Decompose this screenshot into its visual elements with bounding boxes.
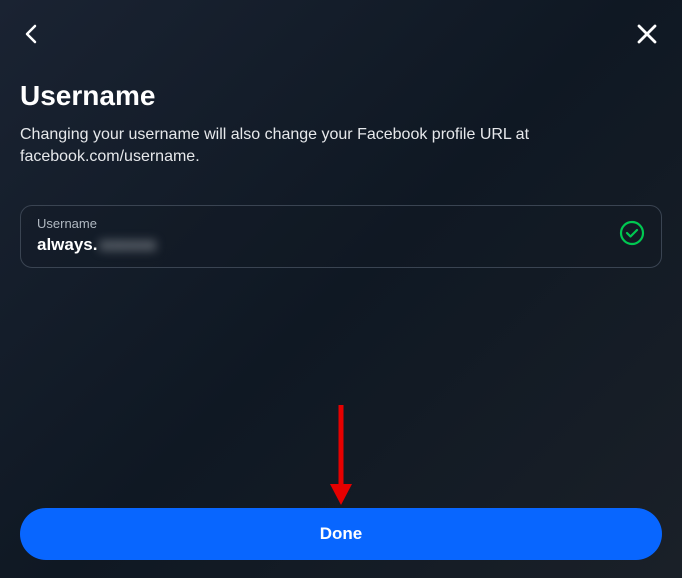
back-button[interactable] [20, 18, 44, 50]
username-input-container[interactable]: Username always. xxxxxx [20, 205, 662, 268]
content-area: Username Changing your username will als… [0, 60, 682, 268]
username-value: always. xxxxxx [37, 235, 607, 255]
close-icon [636, 23, 658, 45]
arrow-annotation [326, 400, 356, 515]
username-obscured-text: xxxxxx [100, 235, 157, 255]
username-visible-text: always. [37, 235, 98, 255]
username-input-wrapper: Username always. xxxxxx [37, 216, 607, 255]
chevron-left-icon [24, 22, 40, 46]
username-label: Username [37, 216, 607, 231]
page-title: Username [20, 80, 662, 112]
check-circle-icon [619, 220, 645, 251]
close-button[interactable] [632, 19, 662, 49]
page-description: Changing your username will also change … [20, 124, 662, 169]
header-bar [0, 0, 682, 60]
done-button[interactable]: Done [20, 508, 662, 560]
